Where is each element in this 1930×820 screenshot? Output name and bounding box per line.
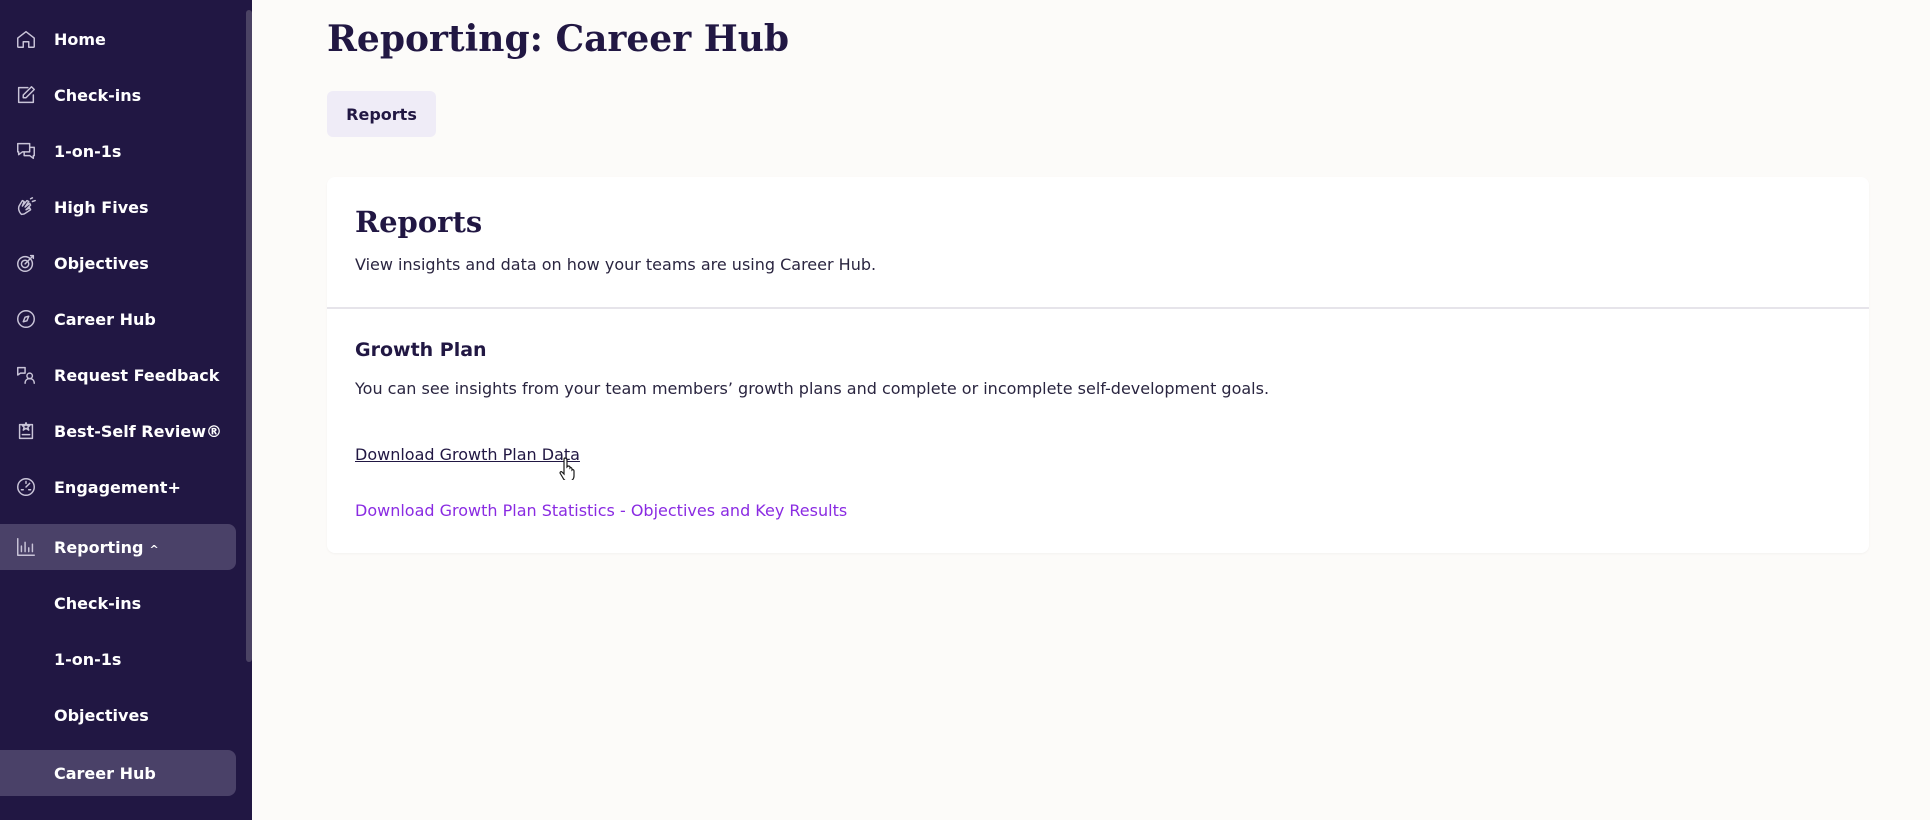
sidebar-item-label: Best-Self Review® — [54, 421, 222, 441]
page-title: Reporting: Career Hub — [327, 18, 790, 60]
reports-card: Reports View insights and data on how yo… — [327, 177, 1869, 553]
sidebar: Home Check-ins 1-on-1s High Fives Object… — [0, 0, 252, 820]
sidebar-subitem-check-ins[interactable]: Check-ins — [0, 580, 236, 626]
high-five-icon — [14, 195, 38, 219]
sidebar-item-label: High Fives — [54, 197, 149, 217]
sidebar-item-label: 1-on-1s — [54, 141, 122, 161]
sidebar-item-request-feedback[interactable]: Request Feedback — [0, 352, 236, 398]
feedback-icon — [14, 363, 38, 387]
sidebar-item-career-hub[interactable]: Career Hub — [0, 296, 236, 342]
sidebar-item-label: Objectives — [54, 705, 149, 725]
compass-icon — [14, 307, 38, 331]
home-icon — [14, 27, 38, 51]
sidebar-item-high-fives[interactable]: High Fives — [0, 184, 236, 230]
sidebar-item-1-on-1s[interactable]: 1-on-1s — [0, 128, 236, 174]
sidebar-item-label: Check-ins — [54, 85, 142, 105]
sidebar-item-label: Request Feedback — [54, 365, 220, 385]
section-description: You can see insights from your team memb… — [355, 379, 1270, 398]
sidebar-scrollbar[interactable] — [246, 10, 252, 662]
tab-reports[interactable]: Reports — [327, 91, 436, 137]
sidebar-item-engagement[interactable]: Engagement+ — [0, 464, 236, 510]
card-subtitle: View insights and data on how your teams… — [355, 255, 877, 274]
gauge-icon — [14, 475, 38, 499]
divider — [327, 307, 1869, 309]
sidebar-subitem-career-hub[interactable]: Career Hub — [0, 750, 236, 796]
sidebar-item-label: Check-ins — [54, 593, 142, 613]
chat-icon — [14, 139, 38, 163]
sidebar-item-label: Home — [54, 29, 106, 49]
sidebar-subitem-1-on-1s[interactable]: 1-on-1s — [0, 636, 236, 682]
edit-icon — [14, 83, 38, 107]
sidebar-item-best-self-review[interactable]: Best-Self Review® — [0, 408, 236, 454]
target-icon — [14, 251, 38, 275]
review-icon — [14, 419, 38, 443]
sidebar-item-home[interactable]: Home — [0, 16, 236, 62]
sidebar-item-label: Reporting ^ — [54, 537, 159, 557]
sidebar-item-label: Career Hub — [54, 763, 156, 783]
hand-cursor-icon — [559, 457, 575, 480]
sidebar-item-label: Objectives — [54, 253, 149, 273]
download-growth-plan-statistics-link[interactable]: Download Growth Plan Statistics - Object… — [355, 501, 847, 520]
sidebar-item-label: Career Hub — [54, 309, 156, 329]
download-growth-plan-data-link[interactable]: Download Growth Plan Data — [355, 445, 580, 464]
chevron-up-icon: ^ — [149, 542, 159, 556]
bar-chart-icon — [14, 535, 38, 559]
sidebar-item-reporting[interactable]: Reporting ^ — [0, 524, 236, 570]
section-title: Growth Plan — [355, 339, 487, 361]
sidebar-item-objectives[interactable]: Objectives — [0, 240, 236, 286]
card-title: Reports — [355, 205, 483, 239]
sidebar-item-label: Engagement+ — [54, 477, 181, 497]
sidebar-item-check-ins[interactable]: Check-ins — [0, 72, 236, 118]
sidebar-item-label: 1-on-1s — [54, 649, 122, 669]
sidebar-subitem-objectives[interactable]: Objectives — [0, 692, 236, 738]
